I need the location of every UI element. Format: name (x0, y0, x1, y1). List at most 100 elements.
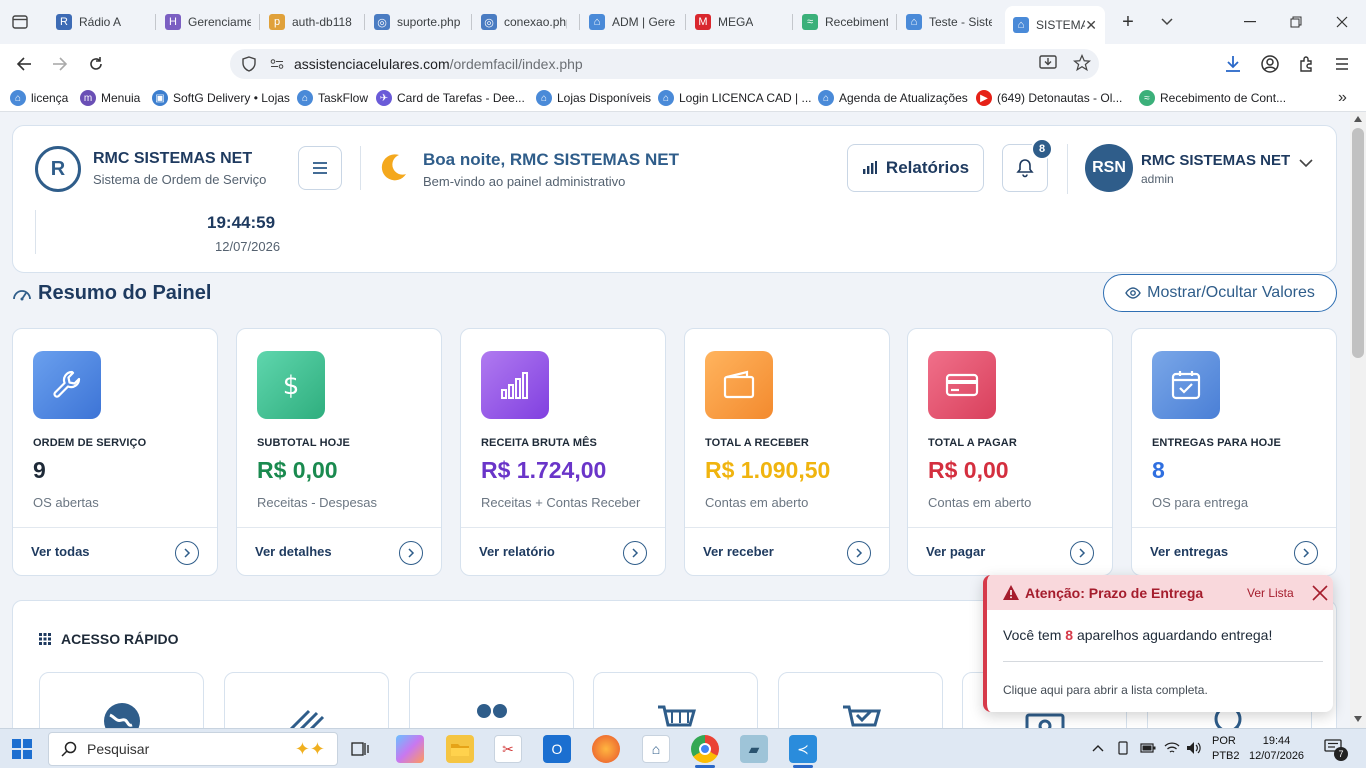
extensions-icon[interactable] (1293, 51, 1319, 77)
windows-start-icon[interactable] (12, 739, 32, 759)
copilot-icon[interactable] (396, 735, 424, 763)
stat-card-footer[interactable]: Ver entregas (1132, 527, 1336, 575)
minimize-icon[interactable] (1238, 10, 1262, 34)
tab-search-icon[interactable] (8, 10, 32, 34)
tab-5[interactable]: ⌂ ADM | Gere (589, 8, 675, 36)
tab-7[interactable]: ≈ Recebiment (802, 8, 888, 36)
bookmark-item[interactable]: ▣ SoftG Delivery • Lojas (152, 90, 290, 106)
restore-icon[interactable] (1284, 10, 1308, 34)
tab-0[interactable]: R Rádio A (56, 8, 142, 36)
chevron-right-icon[interactable] (623, 541, 647, 565)
close-window-icon[interactable] (1330, 10, 1354, 34)
tab-6[interactable]: M MEGA (695, 8, 775, 36)
firefox-icon[interactable] (592, 735, 620, 763)
chevron-right-icon[interactable] (847, 541, 871, 565)
bookmark-item[interactable]: ✈ Card de Tarefas - Dee... (376, 90, 525, 106)
app-icon-sketch[interactable]: ✂ (494, 735, 522, 763)
bookmark-item[interactable]: ▶ (649) Detonautas - Ol... (976, 90, 1122, 106)
stat-card: TOTAL A RECEBER R$ 1.090,50 Contas em aber… (684, 328, 890, 576)
quick-tile-globe[interactable] (39, 672, 204, 728)
quick-tile-cart-check[interactable] (778, 672, 943, 728)
vscode-icon[interactable]: ≺ (789, 735, 817, 763)
site-info-icon[interactable] (238, 56, 260, 72)
chevron-right-icon[interactable] (399, 541, 423, 565)
stat-card-footer[interactable]: Ver todas (13, 527, 217, 575)
avatar[interactable]: RSN (1085, 144, 1133, 192)
bookmark-item[interactable]: ⌂ TaskFlow (297, 90, 368, 106)
device-icon[interactable] (1116, 741, 1130, 755)
logo[interactable]: R (35, 146, 81, 192)
bookmark-item[interactable]: ⌂ Lojas Disponíveis (536, 90, 651, 106)
stat-link[interactable]: Ver receber (703, 544, 774, 559)
new-tab-icon[interactable]: + (1116, 10, 1140, 34)
notification-center-button[interactable]: 7 (1324, 739, 1348, 761)
tab-2[interactable]: p auth-db118 (269, 8, 355, 36)
stat-card-footer[interactable]: Ver pagar (908, 527, 1112, 575)
stat-link[interactable]: Ver detalhes (255, 544, 332, 559)
battery-icon[interactable] (1140, 742, 1156, 754)
forward-icon[interactable] (47, 51, 73, 77)
chevron-right-icon[interactable] (175, 541, 199, 565)
bookmark-item[interactable]: ⌂ Agenda de Atualizações (818, 90, 968, 106)
scroll-down-icon[interactable] (1354, 716, 1362, 722)
outlook-icon[interactable]: O (543, 735, 571, 763)
stat-card-footer[interactable]: Ver receber (685, 527, 889, 575)
system-date: 12/07/2026 (1249, 750, 1305, 762)
stat-link[interactable]: Ver entregas (1150, 544, 1228, 559)
stat-link[interactable]: Ver relatório (479, 544, 555, 559)
tab-3[interactable]: ◎ suporte.php (374, 8, 460, 36)
close-tab-icon[interactable]: ✕ (1085, 17, 1097, 34)
tab-8[interactable]: ⌂ Teste - Siste (906, 8, 992, 36)
more-bookmarks-icon[interactable]: » (1338, 89, 1347, 107)
bookmark-item[interactable]: ≈ Recebimento de Cont... (1139, 90, 1286, 106)
quick-tile-users[interactable] (409, 672, 574, 728)
chevron-right-icon[interactable] (1294, 541, 1318, 565)
tab-active[interactable]: ⌂ SISTEMA ✕ (1005, 6, 1105, 44)
stat-link[interactable]: Ver pagar (926, 544, 985, 559)
toast-footer[interactable]: Clique aqui para abrir a lista completa. (1003, 683, 1208, 697)
download-icon[interactable] (1220, 51, 1246, 77)
tab-list-icon[interactable] (1155, 10, 1179, 34)
stat-card-footer[interactable]: Ver detalhes (237, 527, 441, 575)
tab-4[interactable]: ◎ conexao.php (481, 8, 567, 36)
app-icon-notes[interactable]: ▰ (740, 735, 768, 763)
bookmark-item[interactable]: m Menuia (80, 90, 140, 106)
chrome-icon[interactable] (691, 735, 719, 763)
user-name[interactable]: RMC SISTEMAS NET (1141, 152, 1290, 169)
wifi-icon[interactable] (1164, 741, 1180, 755)
home-app-icon[interactable]: ⌂ (642, 735, 670, 763)
stat-card-footer[interactable]: Ver relatório (461, 527, 665, 575)
delivery-alert-toast[interactable]: Atenção: Prazo de Entrega Ver Lista Você… (983, 575, 1333, 712)
quick-tile-cart[interactable] (593, 672, 758, 728)
volume-icon[interactable] (1186, 741, 1202, 755)
stat-link[interactable]: Ver todas (31, 544, 90, 559)
scroll-thumb[interactable] (1352, 128, 1364, 358)
input-language[interactable]: POR PTB2 (1212, 734, 1240, 764)
profile-icon[interactable] (1257, 51, 1283, 77)
address-bar[interactable]: assistenciacelulares.com/ordemfacil/inde… (230, 49, 1099, 79)
menu-toggle-button[interactable] (298, 146, 342, 190)
bookmark-item[interactable]: ⌂ Login LICENCA CAD | ... (658, 90, 812, 106)
page-settings-icon[interactable] (270, 59, 286, 69)
chevron-right-icon[interactable] (1070, 541, 1094, 565)
close-icon[interactable] (1311, 584, 1329, 602)
reload-icon[interactable] (83, 51, 109, 77)
back-icon[interactable] (11, 51, 37, 77)
chevron-up-icon[interactable] (1092, 744, 1104, 752)
bookmark-item[interactable]: ⌂ licença (10, 90, 68, 106)
scroll-up-icon[interactable] (1354, 116, 1362, 122)
file-explorer-icon[interactable] (446, 735, 474, 763)
install-app-icon[interactable] (1039, 54, 1057, 74)
toast-view-list-link[interactable]: Ver Lista (1247, 586, 1294, 600)
task-view-icon[interactable] (346, 735, 374, 763)
taskbar-search[interactable]: Pesquisar ✦✦ (48, 732, 338, 766)
page-scrollbar[interactable] (1350, 112, 1366, 728)
reports-button[interactable]: Relatórios (847, 144, 984, 192)
chevron-down-icon[interactable] (1297, 154, 1315, 172)
quick-tile-tools[interactable] (224, 672, 389, 728)
toggle-values-button[interactable]: Mostrar/Ocultar Valores (1103, 274, 1337, 312)
system-clock[interactable]: 19:44 12/07/2026 (1249, 734, 1304, 764)
tab-1[interactable]: H Gerenciame (165, 8, 251, 36)
browser-menu-icon[interactable] (1329, 51, 1355, 77)
bookmark-star-icon[interactable] (1072, 53, 1092, 75)
